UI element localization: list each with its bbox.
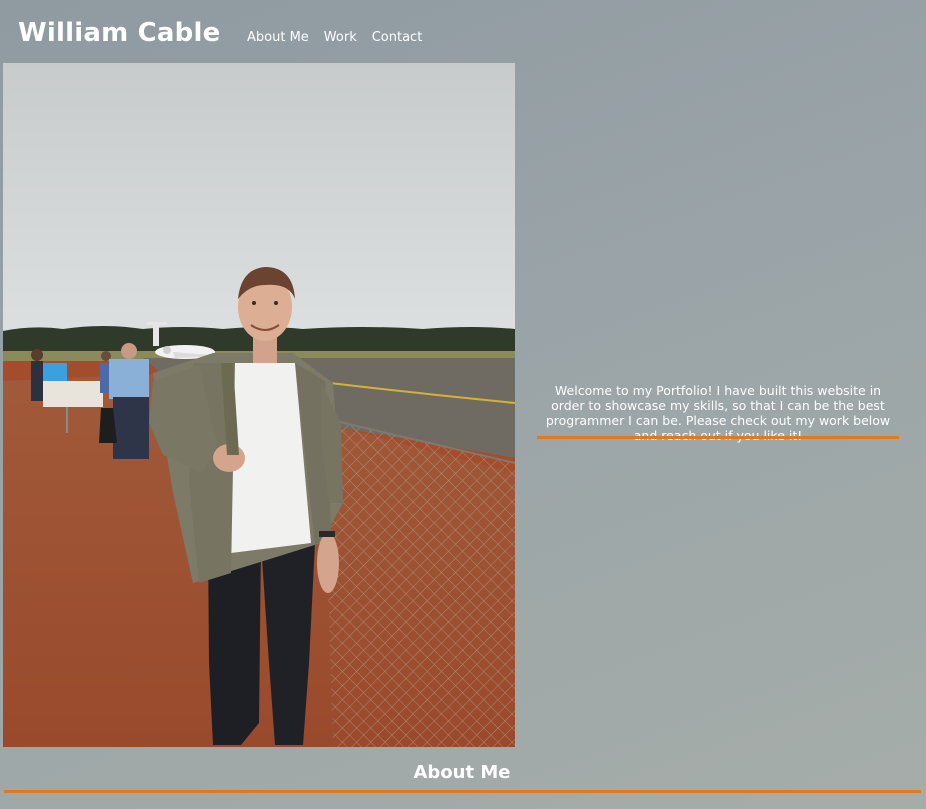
welcome-divider xyxy=(537,436,899,439)
nav-link-contact[interactable]: Contact xyxy=(372,30,423,45)
about-heading-label: About Me xyxy=(413,762,511,783)
welcome-text: Welcome to my Portfolio! I have built th… xyxy=(545,382,891,443)
about-divider xyxy=(4,790,921,793)
site-title: William Cable xyxy=(18,18,221,48)
nav-link-about-me[interactable]: About Me xyxy=(247,30,309,45)
nav-link-work[interactable]: Work xyxy=(324,30,357,45)
about-heading: About Me xyxy=(0,762,926,783)
profile-photo xyxy=(3,63,515,747)
main-nav: About Me Work Contact xyxy=(247,30,422,45)
